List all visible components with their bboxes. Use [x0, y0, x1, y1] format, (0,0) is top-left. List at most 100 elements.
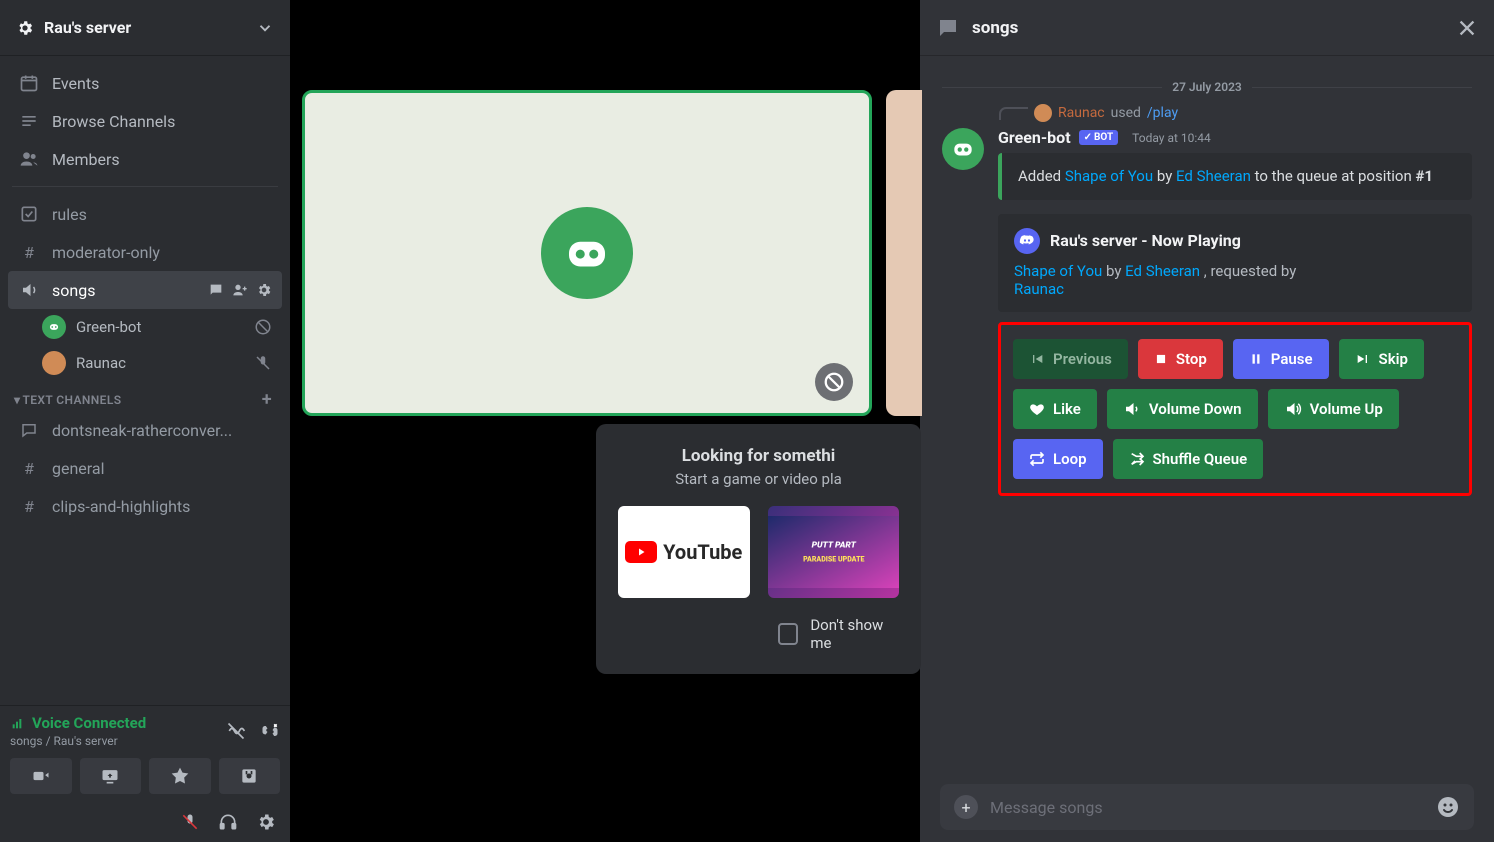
- user-avatar-icon: [1034, 104, 1052, 122]
- compose-bar: + Message songs: [920, 772, 1494, 842]
- hash-icon: #: [18, 497, 40, 516]
- queue-embed: Added Shape of You by Ed Sheeran to the …: [998, 153, 1472, 200]
- text-channels-header[interactable]: ▾TEXT CHANNELS +: [8, 381, 282, 411]
- add-channel-icon[interactable]: +: [262, 394, 272, 406]
- channel-songs[interactable]: songs: [8, 271, 282, 309]
- chat-icon: [18, 421, 40, 439]
- close-icon[interactable]: [1456, 17, 1478, 39]
- hash-icon: #: [18, 459, 40, 478]
- timestamp: Today at 10:44: [1132, 131, 1211, 145]
- channel-sidebar: Rau's server Events Browse Channels Memb…: [0, 0, 290, 842]
- activity-game[interactable]: PUTT PART PARADISE UPDATE: [768, 506, 900, 598]
- placeholder-text: Message songs: [990, 798, 1424, 817]
- volume-up-button[interactable]: Volume Up: [1268, 389, 1399, 429]
- checkbox-icon[interactable]: [778, 623, 798, 645]
- bot-tag: ✓ BOT: [1079, 130, 1119, 145]
- stop-button[interactable]: Stop: [1138, 339, 1223, 379]
- channel-rules[interactable]: rules: [8, 195, 282, 233]
- emoji-icon[interactable]: [1436, 795, 1460, 819]
- like-button[interactable]: Like: [1013, 389, 1097, 429]
- thread-header: songs: [920, 0, 1494, 56]
- activity-subtitle: Start a game or video pla: [618, 470, 899, 488]
- np-song-link[interactable]: Shape of You: [1014, 262, 1102, 280]
- browse-icon: [18, 111, 40, 131]
- chat-icon: [936, 16, 960, 40]
- controls-highlight: Previous Stop Pause Skip Like Volume Dow…: [998, 322, 1472, 496]
- voice-connected-label: Voice Connected: [10, 714, 146, 732]
- add-user-icon[interactable]: [232, 282, 248, 298]
- server-name: Rau's server: [44, 18, 131, 37]
- voice-location: songs / Rau's server: [10, 734, 146, 748]
- mic-muted-icon: [254, 354, 272, 372]
- soundboard-button[interactable]: [219, 758, 281, 794]
- voice-user-green-bot[interactable]: Green-bot: [8, 309, 282, 345]
- settings-icon[interactable]: [256, 812, 276, 832]
- activity-youtube[interactable]: YouTube: [618, 506, 750, 598]
- message-input[interactable]: + Message songs: [940, 784, 1474, 830]
- discord-icon: [1014, 228, 1040, 254]
- np-requester-link[interactable]: Raunac: [1014, 280, 1064, 298]
- youtube-icon: [625, 541, 657, 563]
- pause-button[interactable]: Pause: [1233, 339, 1329, 379]
- muted-icon: [254, 318, 272, 336]
- mic-muted-icon[interactable]: [180, 812, 200, 832]
- chevron-down-icon[interactable]: [256, 19, 274, 37]
- skip-button[interactable]: Skip: [1339, 339, 1424, 379]
- gear-icon: [16, 19, 34, 37]
- bot-message: Green-bot ✓ BOT Today at 10:44 Added Sha…: [942, 128, 1472, 496]
- user-footer: [0, 802, 290, 842]
- thread-panel: songs 27 July 2023 Raunac used /play Gre…: [920, 0, 1494, 842]
- reply-spine-icon: [998, 106, 1028, 120]
- activity-title: Looking for somethi: [618, 446, 899, 466]
- volume-down-button[interactable]: Volume Down: [1107, 389, 1258, 429]
- nav-browse-channels[interactable]: Browse Channels: [8, 102, 282, 140]
- shuffle-button[interactable]: Shuffle Queue: [1113, 439, 1264, 479]
- author-name[interactable]: Green-bot: [998, 128, 1071, 147]
- hash-icon: #: [18, 243, 40, 262]
- members-icon: [18, 149, 40, 169]
- divider: [12, 186, 278, 187]
- np-artist-link[interactable]: Ed Sheeran: [1125, 262, 1200, 280]
- channel-moderator-only[interactable]: # moderator-only: [8, 233, 282, 271]
- bot-logo-icon: [541, 207, 633, 299]
- voice-status-panel: Voice Connected songs / Rau's server: [0, 705, 290, 802]
- attach-icon[interactable]: +: [954, 795, 978, 819]
- disconnect-icon[interactable]: [260, 721, 280, 741]
- noise-suppression-icon[interactable]: [226, 721, 246, 741]
- loop-button[interactable]: Loop: [1013, 439, 1103, 479]
- gear-icon[interactable]: [256, 282, 272, 298]
- reply-context[interactable]: Raunac used /play: [998, 104, 1472, 122]
- server-header[interactable]: Rau's server: [0, 0, 290, 56]
- previous-button[interactable]: Previous: [1013, 339, 1128, 379]
- voice-user-raunac[interactable]: Raunac: [8, 345, 282, 381]
- game-art-icon: PUTT PART PARADISE UPDATE: [768, 506, 900, 598]
- calendar-icon: [18, 73, 40, 93]
- participant-tile-user[interactable]: [886, 90, 922, 416]
- svg-text:PARADISE UPDATE: PARADISE UPDATE: [803, 554, 864, 563]
- thread-title: songs: [972, 18, 1018, 38]
- bot-avatar-icon: [42, 315, 66, 339]
- date-divider: 27 July 2023: [942, 80, 1472, 94]
- song-link[interactable]: Shape of You: [1065, 167, 1153, 185]
- headphones-icon[interactable]: [218, 812, 238, 832]
- chat-icon[interactable]: [208, 282, 224, 298]
- nav-members[interactable]: Members: [8, 140, 282, 178]
- artist-link[interactable]: Ed Sheeran: [1176, 167, 1251, 185]
- activities-button[interactable]: [149, 758, 211, 794]
- now-playing-embed: Rau's server - Now Playing Shape of You …: [998, 214, 1472, 312]
- channel-general[interactable]: # general: [8, 449, 282, 487]
- participant-tile-bot[interactable]: [302, 90, 872, 416]
- activity-card: Looking for somethi Start a game or vide…: [596, 424, 921, 674]
- user-avatar-icon: [42, 351, 66, 375]
- channel-dontsneak[interactable]: dontsneak-ratherconver...: [8, 411, 282, 449]
- channel-clips[interactable]: # clips-and-highlights: [8, 487, 282, 525]
- chevron-down-icon: ▾: [14, 393, 20, 407]
- rules-icon: [18, 204, 40, 224]
- video-button[interactable]: [10, 758, 72, 794]
- nav-events[interactable]: Events: [8, 64, 282, 102]
- svg-text:PUTT PART: PUTT PART: [811, 540, 856, 550]
- speaker-icon: [18, 281, 40, 299]
- bot-avatar-icon: [942, 128, 984, 170]
- screen-share-button[interactable]: [80, 758, 142, 794]
- dont-show-checkbox[interactable]: Don't show me: [778, 616, 899, 652]
